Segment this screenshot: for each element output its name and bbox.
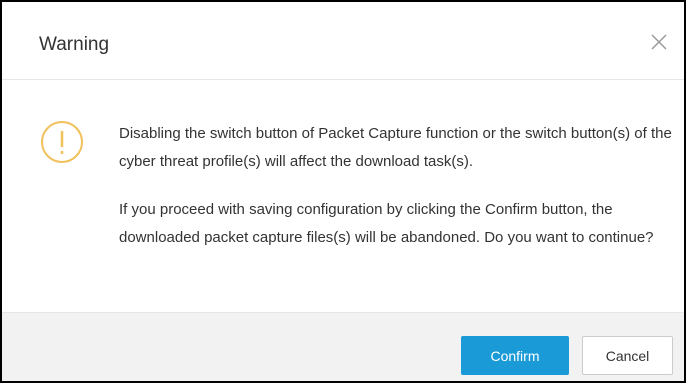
dialog-header: Warning (2, 2, 684, 80)
confirm-button[interactable]: Confirm (461, 336, 569, 375)
close-icon[interactable] (647, 30, 671, 54)
message-paragraph-1: Disabling the switch button of Packet Ca… (119, 125, 672, 170)
dialog-footer: Confirm Cancel (2, 312, 684, 381)
cancel-button[interactable]: Cancel (582, 336, 673, 375)
warning-icon (40, 120, 84, 164)
dialog-title: Warning (39, 34, 110, 55)
dialog-body: Disabling the switch button of Packet Ca… (2, 80, 684, 312)
warning-dialog: Warning Disabling the switch button of P… (0, 0, 686, 383)
dialog-message: Disabling the switch button of Packet Ca… (119, 120, 675, 252)
message-paragraph-2: If you proceed with saving configuration… (119, 201, 654, 246)
